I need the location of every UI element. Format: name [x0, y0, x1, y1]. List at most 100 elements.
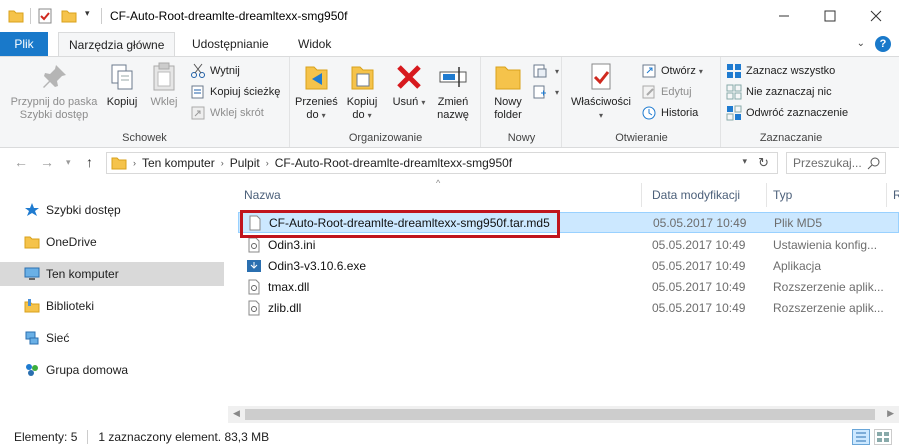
- folder-icon: [8, 8, 24, 24]
- move-to-button[interactable]: Przenieś do ▾: [295, 61, 338, 122]
- paste-label: Wklej: [150, 96, 178, 108]
- new-folder-icon[interactable]: [61, 8, 77, 24]
- delete-button[interactable]: Usuń ▾: [391, 61, 427, 109]
- select-none-button[interactable]: Nie zaznaczaj nic: [726, 82, 832, 102]
- search-input[interactable]: Przeszukaj...: [786, 152, 886, 174]
- copy-button[interactable]: Kopiuj: [104, 61, 140, 109]
- search-icon: [867, 156, 881, 173]
- horizontal-scrollbar[interactable]: ◀ ▶: [228, 406, 899, 423]
- paste-shortcut-icon: [190, 105, 206, 121]
- address-bar[interactable]: › Ten komputer › Pulpit › CF-Auto-Root-d…: [106, 152, 778, 174]
- edit-button[interactable]: Edytuj: [641, 82, 692, 102]
- cut-button[interactable]: Wytnij: [190, 61, 240, 81]
- open-label: Otwórz: [661, 65, 696, 77]
- details-view-icon[interactable]: [852, 429, 870, 445]
- tab-file[interactable]: Plik: [0, 32, 48, 56]
- forward-button[interactable]: →: [40, 154, 54, 170]
- open-button[interactable]: Otwórz ▾: [641, 61, 703, 81]
- nav-item-onedrive[interactable]: OneDrive: [0, 230, 224, 254]
- select-all-label: Zaznacz wszystko: [746, 65, 836, 77]
- open-group: Właściwości ▾ Otwórz ▾ Edytuj Historia O…: [563, 57, 721, 147]
- copy-path-button[interactable]: Kopiuj ścieżkę: [190, 82, 280, 102]
- breadcrumb-item[interactable]: CF-Auto-Root-dreamlte-dreamltexx-smg950f: [275, 156, 512, 170]
- edit-icon: [641, 84, 657, 100]
- new-folder-button[interactable]: Nowy folder: [488, 61, 528, 122]
- select-all-button[interactable]: Zaznacz wszystko: [726, 61, 835, 81]
- file-row[interactable]: Odin3-v3.10.6.exe 05.05.2017 10:49 Aplik…: [238, 255, 899, 276]
- tab-share[interactable]: Udostępnianie: [182, 32, 279, 56]
- customize-quick-access-icon[interactable]: ▾: [85, 8, 95, 24]
- tab-view[interactable]: Widok: [288, 32, 341, 56]
- refresh-icon[interactable]: ↻: [758, 155, 769, 171]
- ribbon-tabs: Plik Narzędzia główne Udostępnianie Wido…: [0, 32, 899, 57]
- computer-icon: [24, 266, 40, 282]
- chevron-down-icon: ▾: [367, 111, 372, 120]
- nav-item-label: Biblioteki: [46, 299, 95, 313]
- breadcrumb-separator[interactable]: ›: [266, 158, 269, 168]
- chevron-down-icon[interactable]: ▾: [742, 156, 747, 167]
- navigation-pane: Szybki dostęp OneDrive Ten komputer Bibl…: [0, 178, 228, 426]
- ribbon: Przypnij do paska Szybki dostęp Kopiuj W…: [0, 56, 899, 148]
- nav-item-homegroup[interactable]: Grupa domowa: [0, 358, 224, 382]
- breadcrumb-item[interactable]: Ten komputer: [142, 156, 215, 170]
- column-header-type[interactable]: Typ: [767, 183, 887, 207]
- close-button[interactable]: [853, 0, 899, 32]
- nav-item-network[interactable]: Sieć: [0, 326, 224, 350]
- breadcrumb-separator[interactable]: ›: [221, 158, 224, 168]
- nav-item-this-pc[interactable]: Ten komputer: [0, 262, 224, 286]
- clipboard-group: Przypnij do paska Szybki dostęp Kopiuj W…: [0, 57, 290, 147]
- scissors-icon: [190, 63, 206, 79]
- pin-quick-access-button[interactable]: Przypnij do paska Szybki dostęp: [6, 61, 102, 122]
- chevron-down-icon: ▾: [555, 87, 560, 97]
- history-button[interactable]: Historia: [641, 103, 698, 123]
- nav-item-label: Szybki dostęp: [46, 203, 121, 217]
- chevron-down-icon: ▾: [421, 98, 426, 107]
- nav-item-label: Ten komputer: [46, 267, 119, 281]
- paste-shortcut-button[interactable]: Wklej skrót: [190, 103, 264, 123]
- large-icons-view-icon[interactable]: [874, 429, 892, 445]
- breadcrumb-item[interactable]: Pulpit: [230, 156, 260, 170]
- scrollbar-thumb[interactable]: [245, 409, 875, 420]
- paste-button[interactable]: Wklej: [146, 61, 182, 109]
- new-folder-icon: [492, 61, 524, 93]
- copy-to-button[interactable]: Kopiuj do ▾: [343, 61, 381, 122]
- file-type: Ustawienia konfig...: [773, 237, 878, 252]
- invert-selection-label: Odwróć zaznaczenie: [746, 107, 849, 119]
- back-button[interactable]: ←: [14, 154, 28, 170]
- file-row[interactable]: tmax.dll 05.05.2017 10:49 Rozszerzenie a…: [238, 276, 899, 297]
- properties-icon[interactable]: [37, 8, 53, 24]
- delete-label: Usuń: [392, 96, 419, 108]
- organize-group-label: Organizowanie: [348, 132, 423, 144]
- chevron-down-icon[interactable]: ⌄: [857, 38, 865, 49]
- selection-info: 1 zaznaczony element. 83,3 MB: [98, 430, 270, 444]
- maximize-button[interactable]: [807, 0, 853, 32]
- column-header-size[interactable]: R: [887, 183, 899, 207]
- scroll-right-icon[interactable]: ▶: [887, 408, 894, 419]
- column-header-date[interactable]: Data modyfikacji: [646, 183, 767, 207]
- open-group-label: Otwieranie: [615, 132, 668, 144]
- minimize-button[interactable]: [761, 0, 807, 32]
- select-all-icon: [726, 63, 742, 79]
- rename-label: Zmień nazwę: [437, 96, 469, 121]
- tab-home[interactable]: Narzędzia główne: [58, 32, 176, 57]
- recent-locations-button[interactable]: ▾: [66, 157, 71, 168]
- column-header-name[interactable]: Nazwa: [238, 183, 642, 207]
- nav-item-libraries[interactable]: Biblioteki: [0, 294, 224, 318]
- properties-button[interactable]: Właściwości ▾: [569, 61, 633, 122]
- help-icon[interactable]: ?: [875, 36, 891, 52]
- up-button[interactable]: ↑: [86, 154, 93, 170]
- new-group-label: Nowy: [507, 132, 536, 144]
- invert-selection-button[interactable]: Odwróć zaznaczenie: [726, 103, 848, 123]
- separator: [30, 8, 31, 24]
- file-row[interactable]: zlib.dll 05.05.2017 10:49 Rozszerzenie a…: [238, 297, 899, 318]
- scroll-left-icon[interactable]: ◀: [233, 408, 240, 419]
- organize-group: Przenieś do ▾ Kopiuj do ▾ Usuń ▾ Zmień n…: [291, 57, 481, 147]
- chevron-down-icon: ▾: [555, 66, 560, 76]
- new-item-button[interactable]: ▾: [532, 61, 559, 81]
- nav-item-quick-access[interactable]: Szybki dostęp: [0, 198, 224, 222]
- easy-access-button[interactable]: ▾: [532, 82, 559, 102]
- copy-to-icon: [346, 61, 378, 93]
- rename-button[interactable]: Zmień nazwę: [433, 61, 473, 122]
- status-bar: Elementy: 5 1 zaznaczony element. 83,3 M…: [0, 426, 899, 448]
- file-date: 05.05.2017 10:49: [653, 215, 747, 230]
